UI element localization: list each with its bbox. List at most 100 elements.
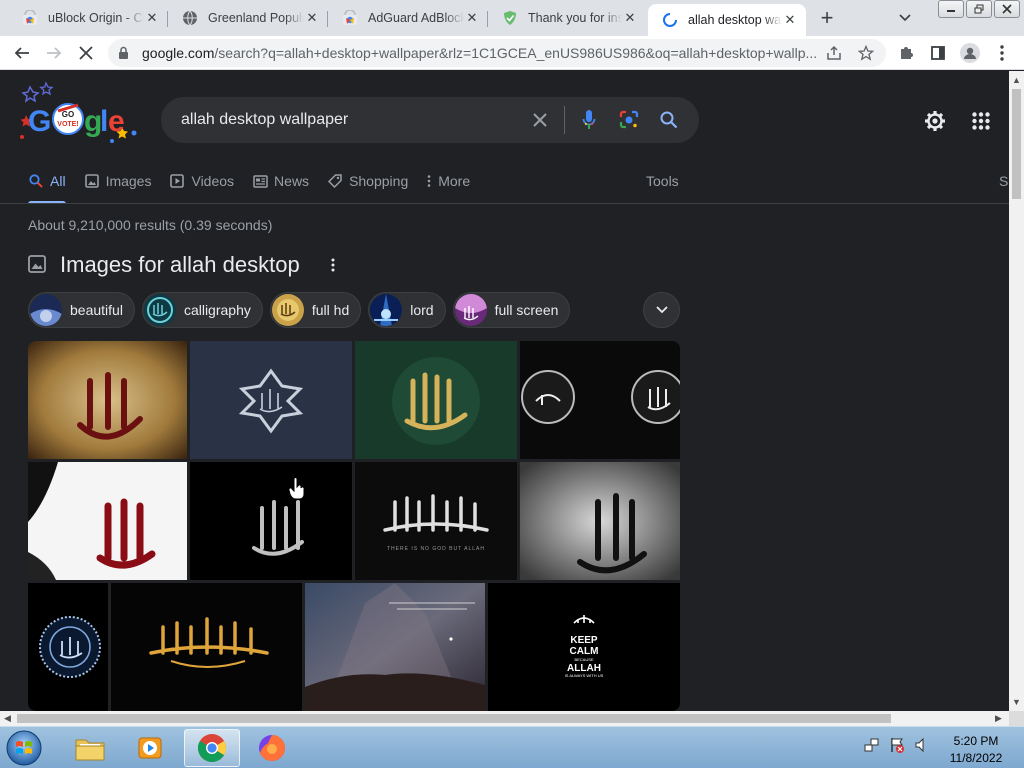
profile-avatar-icon[interactable] — [958, 41, 982, 65]
scrollbar-thumb[interactable] — [17, 714, 891, 723]
voice-search-button[interactable] — [569, 97, 609, 143]
tab-videos-label: Videos — [191, 173, 235, 189]
scroll-right-arrow-icon[interactable]: ▶ — [995, 713, 1002, 724]
chip-calligraphy[interactable]: calligraphy — [141, 292, 263, 328]
address-bar[interactable]: google.com/search?q=allah+desktop+wallpa… — [108, 39, 886, 67]
taskbar-firefox[interactable] — [244, 729, 300, 767]
new-tab-button[interactable]: + — [814, 5, 840, 30]
vertical-scrollbar[interactable]: ▲ ▼ — [1009, 71, 1024, 711]
volume-speaker-icon[interactable] — [914, 737, 930, 753]
tab-title: Greenland Popula — [208, 11, 304, 25]
image-result[interactable] — [355, 341, 517, 459]
scroll-left-arrow-icon[interactable]: ◀ — [4, 713, 11, 724]
safe-search-label[interactable]: S — [999, 173, 1008, 189]
scrollbar-thumb[interactable] — [1012, 89, 1021, 199]
image-result[interactable] — [28, 462, 187, 580]
image-result[interactable] — [305, 583, 485, 711]
forward-arrow-icon[interactable] — [42, 41, 66, 65]
lock-icon[interactable] — [118, 46, 132, 60]
action-center-flag-icon[interactable] — [889, 737, 905, 753]
close-tab-icon[interactable]: ✕ — [304, 10, 320, 26]
tab-news[interactable]: News — [252, 167, 309, 195]
search-submit-button[interactable] — [649, 97, 689, 143]
close-tab-icon[interactable]: ✕ — [464, 10, 480, 26]
image-result[interactable] — [111, 583, 302, 711]
search-input[interactable]: allah desktop wallpaper — [161, 111, 520, 129]
chip-full-screen[interactable]: full screen — [452, 292, 571, 328]
horizontal-scrollbar[interactable]: ◀ ▶ — [0, 711, 1009, 726]
system-tray — [864, 737, 939, 753]
minimize-button[interactable] — [938, 0, 964, 18]
browser-menu-icon[interactable] — [990, 41, 1014, 65]
close-tab-icon[interactable]: ✕ — [144, 10, 160, 26]
tab-all[interactable]: All — [28, 167, 66, 204]
chrome-webstore-icon — [22, 9, 38, 26]
tab-images[interactable]: Images — [84, 167, 152, 195]
image-result[interactable] — [28, 583, 108, 711]
image-search-button[interactable] — [609, 97, 649, 143]
taskbar-chrome[interactable] — [184, 729, 240, 767]
settings-gear-icon[interactable] — [922, 108, 948, 134]
taskbar-clock[interactable]: 5:20 PM 11/8/2022 — [936, 733, 1016, 767]
chip-label: lord — [410, 302, 434, 318]
tab-news-label: News — [274, 173, 310, 189]
chips-expand-button[interactable] — [643, 292, 680, 328]
back-arrow-icon[interactable] — [10, 41, 34, 65]
browser-tab-2[interactable]: Greenland Popula ✕ — [168, 4, 328, 32]
chip-full-hd[interactable]: full hd — [269, 292, 362, 328]
share-icon[interactable] — [822, 41, 846, 65]
browser-tab-3[interactable]: AdGuard AdBlock ✕ — [328, 4, 488, 32]
loading-spinner-icon — [662, 12, 678, 28]
scroll-down-arrow-icon[interactable]: ▼ — [1012, 697, 1021, 707]
window-controls — [936, 0, 1020, 18]
image-result[interactable] — [520, 462, 680, 580]
chrome-webstore-icon — [342, 9, 358, 26]
tab-title: uBlock Origin - Ch — [48, 11, 144, 25]
restore-button[interactable] — [966, 0, 992, 18]
image-icon — [28, 255, 48, 275]
image-result[interactable]: KEEP CALM BECAUSE ALLAH IS ALWAYS WITH U… — [488, 583, 680, 711]
scroll-up-arrow-icon[interactable]: ▲ — [1012, 75, 1021, 85]
close-tab-icon[interactable]: ✕ — [782, 12, 798, 28]
chip-lord[interactable]: lord — [368, 292, 446, 328]
chip-label: calligraphy — [183, 302, 251, 318]
image-result[interactable] — [28, 341, 187, 459]
chip-label: full screen — [494, 302, 559, 318]
browser-tab-1[interactable]: uBlock Origin - Ch ✕ — [8, 4, 168, 32]
logo-badge-go: GO — [62, 110, 74, 119]
tab-images-label: Images — [105, 173, 152, 189]
bookmark-star-icon[interactable] — [854, 41, 878, 65]
start-button[interactable] — [4, 729, 44, 767]
close-window-button[interactable] — [994, 0, 1020, 18]
image-result[interactable] — [520, 341, 680, 459]
image-result[interactable] — [190, 341, 352, 459]
taskbar-media-player[interactable] — [122, 729, 178, 767]
news-icon — [252, 173, 268, 189]
tag-icon — [327, 173, 343, 189]
close-tab-icon[interactable]: ✕ — [622, 10, 638, 26]
tab-videos[interactable]: Videos — [169, 167, 234, 195]
google-doodle-logo[interactable]: G GO VOTE! g l e — [16, 79, 140, 151]
side-panel-icon[interactable] — [926, 41, 950, 65]
clear-search-button[interactable] — [520, 97, 560, 143]
tab-more[interactable]: More — [426, 167, 470, 195]
refinement-chips: beautiful calligraphy full hd lord full … — [28, 292, 577, 328]
tab-shopping[interactable]: Shopping — [327, 167, 408, 195]
tab-search-chevron-icon[interactable] — [894, 8, 916, 28]
chip-thumbnail — [370, 294, 403, 326]
chip-beautiful[interactable]: beautiful — [28, 292, 135, 328]
browser-tab-4[interactable]: Thank you for inst ✕ — [488, 4, 646, 32]
vertical-dots-icon[interactable] — [326, 258, 340, 272]
image-result[interactable]: THERE IS NO GOD BUT ALLAH — [355, 462, 517, 580]
taskbar-explorer[interactable] — [62, 729, 118, 767]
images-heading[interactable]: Images for allah desktop — [60, 252, 300, 278]
stop-loading-icon[interactable] — [74, 41, 98, 65]
browser-tab-active[interactable]: allah desktop wall ✕ — [648, 4, 806, 36]
network-icon[interactable] — [864, 737, 880, 753]
google-lens-icon — [619, 110, 639, 129]
search-box[interactable]: allah desktop wallpaper — [161, 97, 699, 143]
google-apps-grid-icon[interactable] — [968, 108, 994, 134]
extensions-puzzle-icon[interactable] — [894, 41, 918, 65]
tools-button[interactable]: Tools — [646, 173, 679, 189]
image-result[interactable] — [190, 462, 352, 580]
